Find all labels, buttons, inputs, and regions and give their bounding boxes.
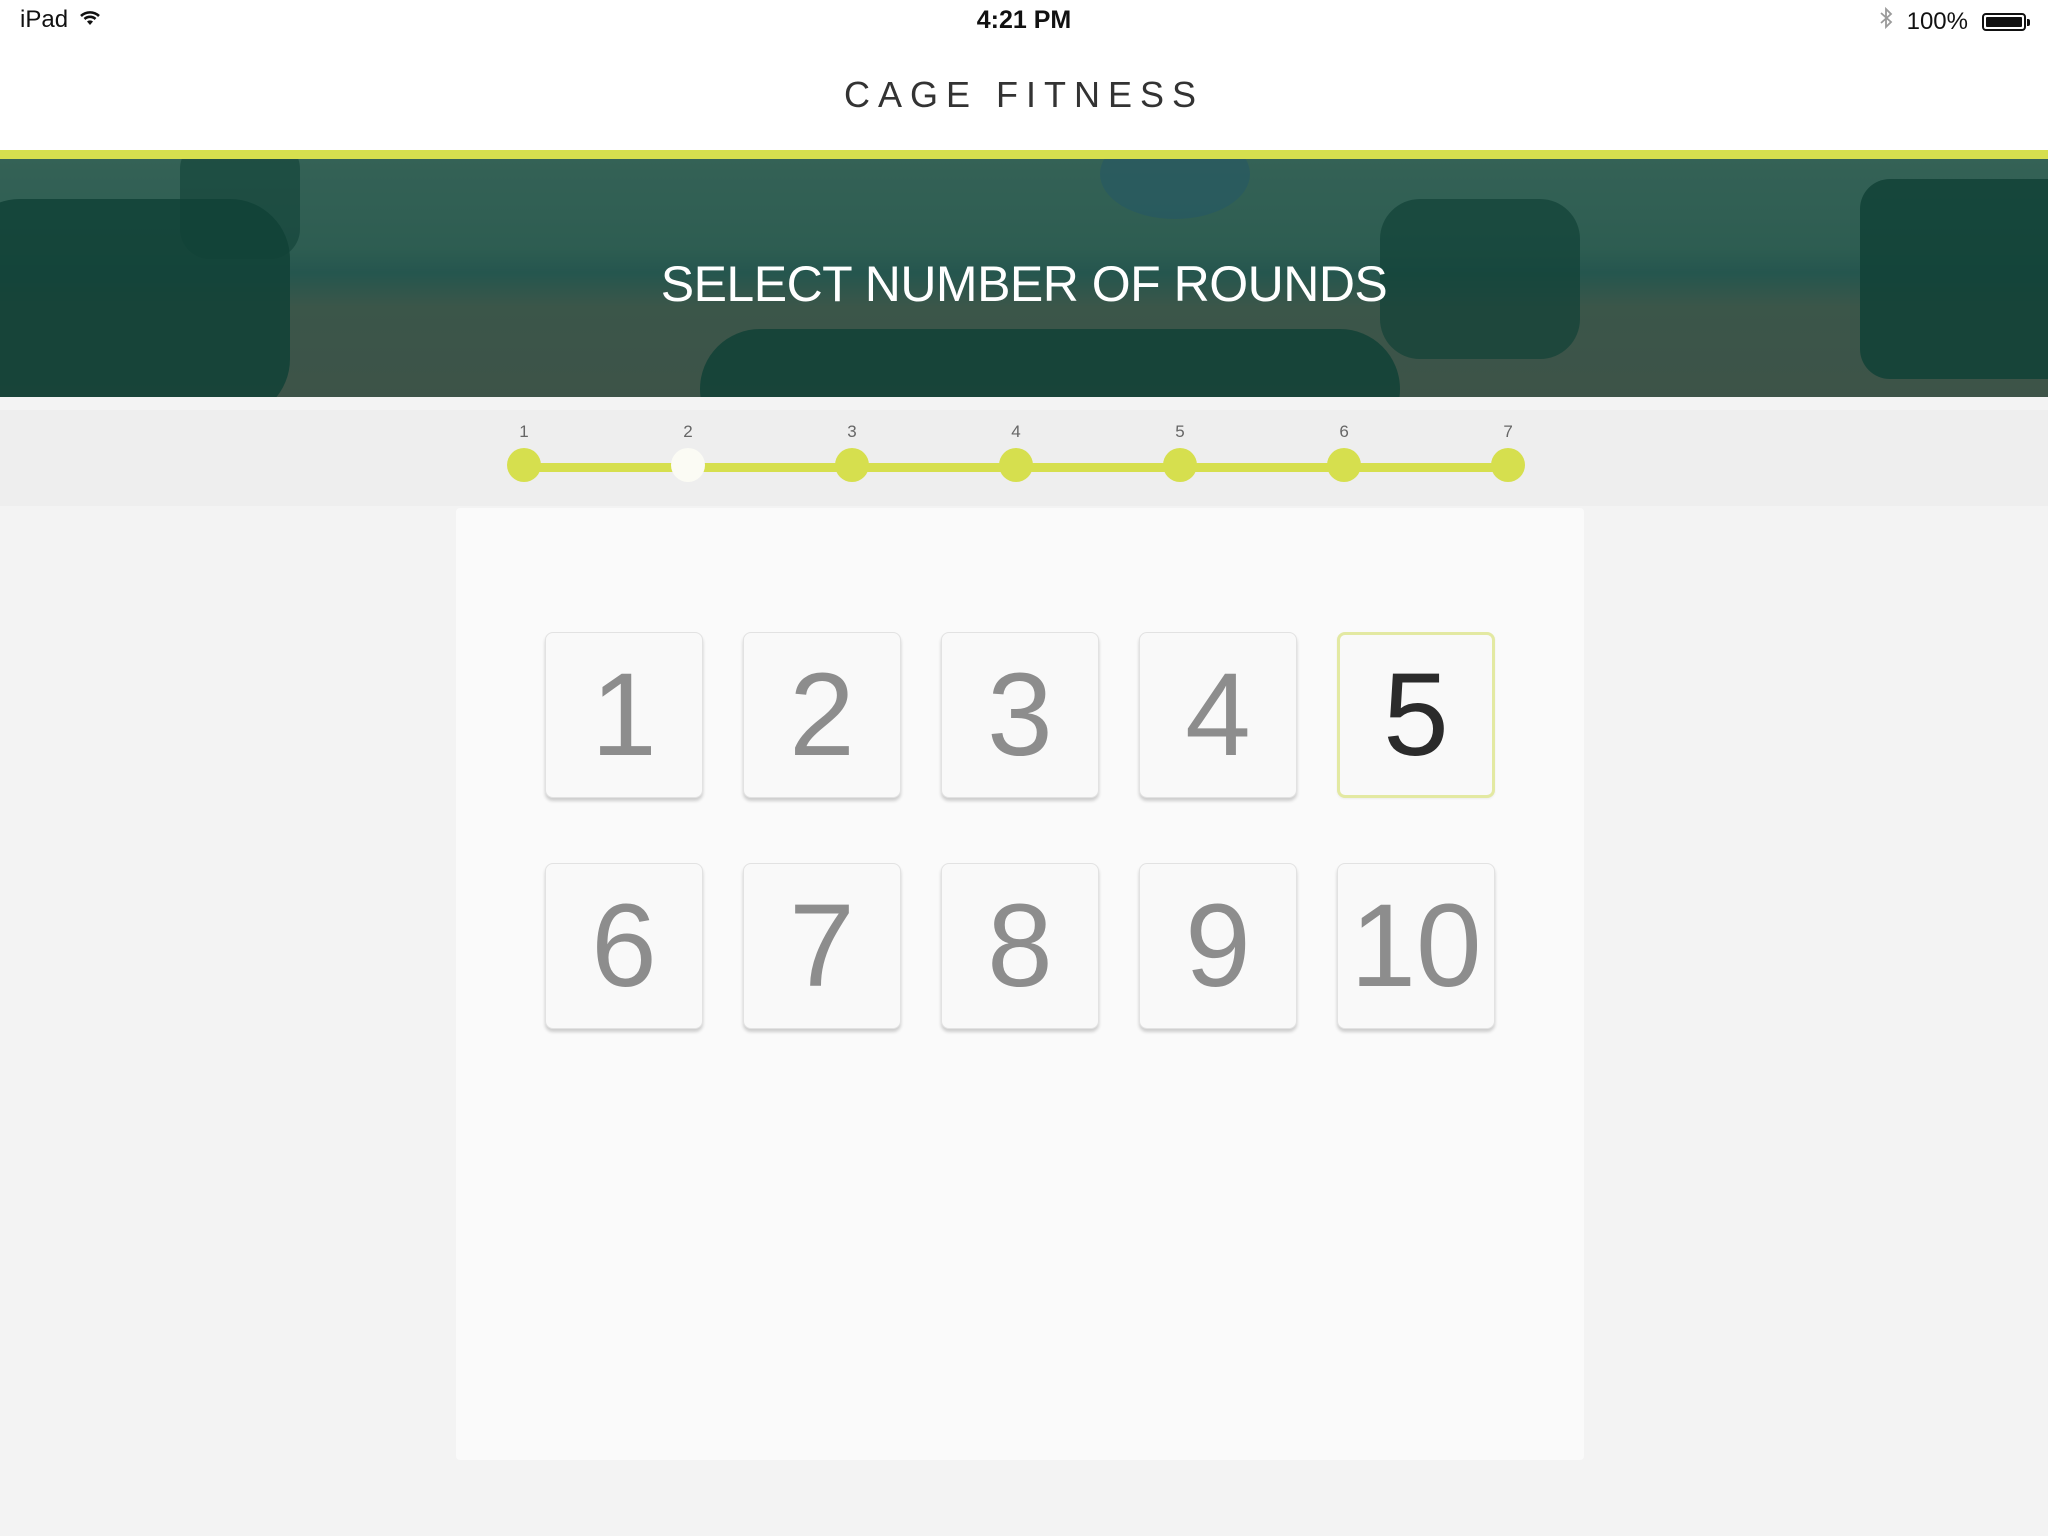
step-dot: [999, 448, 1034, 482]
bluetooth-icon: [1879, 6, 1893, 37]
step-dot: [507, 448, 541, 482]
round-button-10[interactable]: 10: [1337, 863, 1495, 1029]
step-4[interactable]: 4: [986, 410, 1046, 482]
rounds-card: 1 2 3 4 5 6 7 8 9 10: [456, 508, 1584, 1460]
step-3[interactable]: 3: [822, 410, 882, 482]
step-dot-current: [671, 448, 705, 482]
round-button-3[interactable]: 3: [941, 632, 1099, 798]
step-label: 7: [1503, 422, 1513, 441]
step-label: 4: [1011, 422, 1021, 441]
round-button-8[interactable]: 8: [941, 863, 1099, 1029]
progress-stepper: 1 2 3 4 5 6 7: [507, 410, 1526, 506]
header-accent-line: [0, 150, 2048, 159]
round-button-7[interactable]: 7: [743, 863, 901, 1029]
step-label: 5: [1175, 422, 1185, 441]
status-time: 4:21 PM: [976, 6, 1072, 34]
step-6[interactable]: 6: [1314, 410, 1374, 482]
status-bar: iPad 4:21 PM 100%: [0, 0, 2048, 42]
step-label: 2: [683, 422, 693, 441]
round-button-2[interactable]: 2: [743, 632, 901, 798]
step-2[interactable]: 2: [658, 410, 718, 482]
battery-icon: [1982, 12, 2030, 31]
step-7[interactable]: 7: [1478, 410, 1538, 482]
round-button-6[interactable]: 6: [545, 863, 703, 1029]
step-label: 3: [847, 422, 857, 441]
step-label: 1: [519, 422, 529, 441]
app-header: CAGE FITNESS: [0, 42, 2048, 150]
app-title: CAGE FITNESS: [843, 74, 1205, 115]
round-button-1[interactable]: 1: [545, 632, 703, 798]
round-button-4[interactable]: 4: [1139, 632, 1297, 798]
step-dot: [1327, 448, 1362, 482]
step-dot: [835, 448, 870, 482]
step-5[interactable]: 5: [1150, 410, 1210, 482]
step-dot: [1491, 448, 1526, 482]
round-button-5-selected[interactable]: 5: [1337, 632, 1495, 798]
step-label: 6: [1339, 422, 1349, 441]
hero-banner: SELECT NUMBER OF ROUNDS: [0, 159, 2048, 397]
banner-title: SELECT NUMBER OF ROUNDS: [660, 256, 1388, 312]
step-dot: [1163, 448, 1198, 482]
step-1[interactable]: 1: [494, 410, 554, 482]
status-right: 100%: [1879, 6, 2030, 37]
round-button-9[interactable]: 9: [1139, 863, 1297, 1029]
battery-percentage: 100%: [1906, 7, 1968, 35]
